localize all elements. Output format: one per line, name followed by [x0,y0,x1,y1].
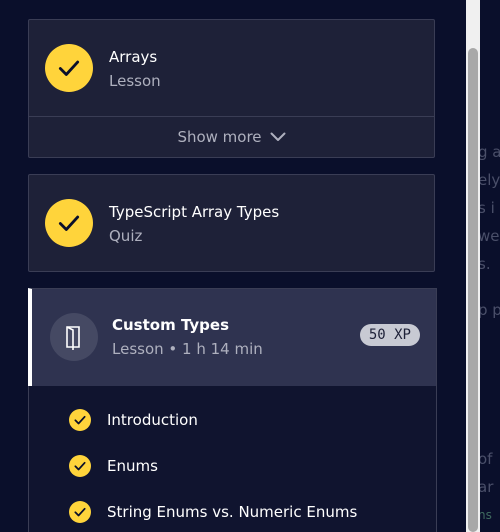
completed-check-icon [45,44,93,92]
book-icon [50,313,98,361]
completed-check-icon [45,199,93,247]
card-title: Arrays [109,48,158,66]
show-more-label: Show more [177,128,262,146]
xp-badge: 50 XP [359,324,420,346]
card-title: TypeScript Array Types [109,203,280,221]
card-subtitle: Lesson [109,72,161,90]
lesson-card-custom-types[interactable]: Custom Types Lesson • 1 h 14 min 50 XP [28,288,437,386]
completed-check-icon [69,455,91,477]
chapter-item[interactable]: Enums [69,455,158,477]
chapter-label: Introduction [107,411,198,429]
chapter-list: Introduction Enums String Enums vs. Nume… [28,386,437,532]
scrollbar[interactable] [466,0,480,532]
completed-check-icon [69,409,91,431]
card-subtitle: Lesson • 1 h 14 min [112,340,263,358]
chevron-down-icon [270,132,286,141]
quiz-card-typescript-array-types[interactable]: TypeScript Array Types Quiz [28,174,435,272]
scrollbar-thumb[interactable] [468,48,478,532]
chapter-label: Enums [107,457,158,475]
card-subtitle: Quiz [109,227,143,245]
completed-check-icon [69,501,91,523]
chapter-item[interactable]: String Enums vs. Numeric Enums [69,501,357,523]
lesson-card-arrays[interactable]: Arrays Lesson Show more [28,19,435,158]
chapter-item[interactable]: Introduction [69,409,198,431]
card-title: Custom Types [112,316,230,334]
chapter-label: String Enums vs. Numeric Enums [107,503,358,521]
show-more-button[interactable]: Show more [29,116,434,157]
